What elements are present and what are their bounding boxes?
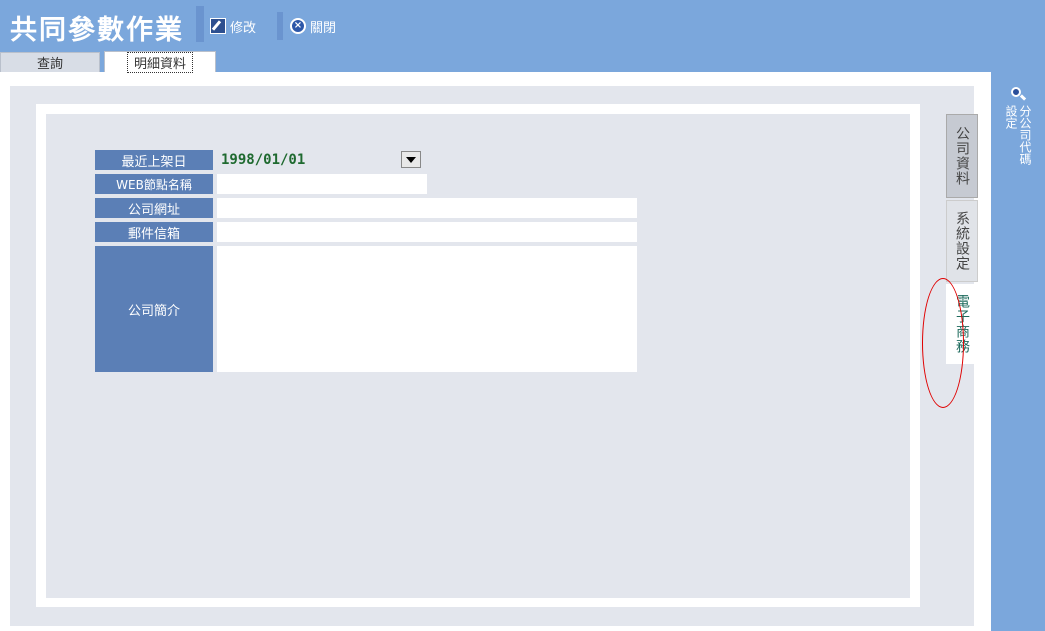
company-intro-textarea[interactable] (217, 246, 637, 372)
field-label: WEB節點名稱 (95, 174, 213, 194)
form-row-company-url: 公司網址 (95, 198, 655, 218)
form-area: 最近上架日 1998/01/01 WEB節點名稱 公司網址 郵件信箱 公司簡介 (46, 114, 910, 598)
edit-button-label: 修改 (230, 20, 257, 36)
latest-date-value[interactable]: 1998/01/01 (221, 150, 305, 170)
right-sidebar: 分公司代碼設定 (991, 72, 1045, 631)
edit-button[interactable]: 修改 (210, 16, 256, 36)
field-label: 郵件信箱 (95, 222, 213, 242)
field-label: 公司簡介 (95, 246, 213, 372)
field-label: 公司網址 (95, 198, 213, 218)
highlight-ellipse (922, 278, 964, 408)
tab-system-settings-label: 系統設定 (954, 211, 970, 271)
email-input[interactable] (217, 222, 637, 242)
toolbar-divider (277, 12, 283, 40)
close-icon: × (290, 18, 306, 34)
form-row-email: 郵件信箱 (95, 222, 655, 242)
web-node-input[interactable] (217, 174, 427, 194)
tab-company-info[interactable]: 公司資料 (946, 114, 978, 198)
field-label: 最近上架日 (95, 150, 213, 170)
branch-code-setting-label: 分公司代碼設定 (1004, 105, 1032, 165)
page-title: 共同參數作業 (10, 15, 184, 46)
search-icon (1010, 86, 1026, 102)
tab-query[interactable]: 查詢 (0, 52, 100, 72)
main-panel: 最近上架日 1998/01/01 WEB節點名稱 公司網址 郵件信箱 公司簡介 … (10, 86, 978, 626)
tab-query-label: 查詢 (36, 57, 63, 72)
form-row-web-node: WEB節點名稱 (95, 174, 435, 194)
close-button-label: 關閉 (310, 20, 337, 36)
tab-details-label: 明細資料 (126, 51, 193, 73)
close-button[interactable]: × 關閉 (290, 16, 336, 36)
detail-panel: 最近上架日 1998/01/01 WEB節點名稱 公司網址 郵件信箱 公司簡介 … (36, 104, 978, 607)
tab-details[interactable]: 明細資料 (104, 51, 216, 73)
branch-code-setting-button[interactable]: 分公司代碼設定 (991, 86, 1045, 165)
edit-icon (210, 18, 226, 34)
form-row-latest-date: 最近上架日 1998/01/01 (95, 150, 435, 170)
header-divider (196, 6, 204, 42)
form-row-company-intro: 公司簡介 (95, 246, 655, 372)
date-dropdown-button[interactable] (401, 151, 421, 168)
top-tabs: 查詢 明細資料 (0, 51, 216, 73)
tab-system-settings[interactable]: 系統設定 (946, 200, 978, 282)
tab-company-info-label: 公司資料 (954, 126, 970, 186)
top-header: 共同參數作業 修改 × 關閉 查詢 明細資料 (0, 0, 1045, 73)
company-url-input[interactable] (217, 198, 637, 218)
